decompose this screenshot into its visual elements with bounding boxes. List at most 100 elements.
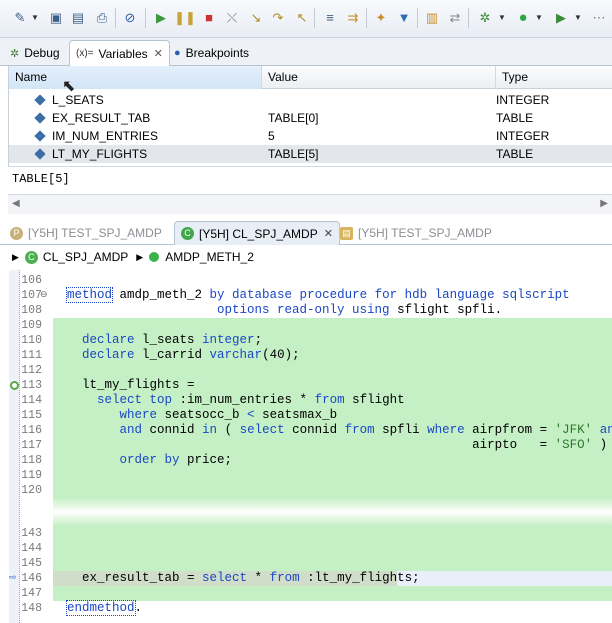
external-tools-icon[interactable]: ▶	[553, 10, 569, 26]
line-number: 116	[21, 424, 42, 437]
code-editor[interactable]: 106 107 ⊖ method amdp_meth_2 by database…	[0, 270, 612, 623]
tab-breakpoints[interactable]: ● Breakpoints	[168, 40, 255, 66]
variable-icon	[34, 130, 46, 142]
save-icon[interactable]: ▣	[48, 10, 64, 26]
variables-icon: (x)=	[76, 48, 94, 59]
views-tab-bar: ✲ Debug (x)= Variables ✕ ● Breakpoints	[0, 38, 612, 66]
column-header-type[interactable]: Type	[496, 66, 612, 89]
close-icon[interactable]: ✕	[324, 227, 333, 240]
chevron-right-icon[interactable]: ▶	[136, 252, 143, 263]
tab-debug[interactable]: ✲ Debug	[4, 40, 66, 66]
table-row[interactable]: L_SEATS INTEGER	[9, 91, 612, 109]
step-return-icon[interactable]: ↖	[294, 10, 310, 26]
open-type-icon[interactable]: ✦	[373, 10, 389, 26]
open-hierarchy-icon[interactable]: ▥	[424, 10, 440, 26]
code-line: 116 and connid in ( select connid from s…	[0, 423, 612, 438]
close-icon[interactable]: ✕	[154, 47, 163, 60]
run-last-icon[interactable]: ⋯	[591, 10, 607, 26]
toolbar-separator	[145, 8, 146, 28]
variable-type: INTEGER	[496, 129, 550, 143]
code-line: 110 declare l_seats integer;	[0, 333, 612, 348]
new-wizard-icon[interactable]: ✎	[12, 10, 28, 26]
line-number: 119	[21, 469, 42, 482]
run-icon[interactable]: ●	[515, 10, 531, 26]
variables-table: Name Value Type ⬉ L_SEATS INTEGER EX_RES…	[8, 66, 612, 166]
line-number: 114	[21, 394, 42, 407]
step-into-icon[interactable]: ↘	[248, 10, 264, 26]
chevron-down-icon[interactable]: ▼	[535, 10, 543, 26]
tab-cl-spj-amdp[interactable]: C [Y5H] CL_SPJ_AMDP ✕	[174, 221, 340, 245]
line-number: 120	[21, 484, 42, 497]
line-number: 148	[21, 602, 42, 615]
code-line: 107 ⊖ method amdp_meth_2 by database pro…	[0, 287, 612, 303]
class-icon: C	[24, 250, 38, 264]
disconnect-icon[interactable]: ⤬	[224, 10, 240, 26]
variable-value	[262, 91, 268, 109]
table-row[interactable]: LT_MY_FLIGHTS TABLE[5] TABLE	[9, 145, 612, 163]
line-number: 108	[21, 304, 42, 317]
variable-value: TABLE[0]	[268, 111, 319, 125]
line-number: 109	[21, 319, 42, 332]
line-number: 111	[21, 349, 42, 362]
variable-icon	[34, 148, 46, 160]
link-icon[interactable]: ⇄	[447, 10, 463, 26]
code-line: 119	[0, 468, 612, 483]
variable-value: TABLE[5]	[268, 147, 319, 161]
skip-breakpoints-icon[interactable]: ⊘	[122, 10, 138, 26]
code-line: 144	[0, 541, 612, 556]
line-number: 118	[21, 454, 42, 467]
line-number: 145	[21, 557, 42, 570]
column-header-name[interactable]: Name	[9, 66, 262, 89]
tab-label: [Y5H] TEST_SPJ_AMDP	[28, 226, 162, 240]
step-over-icon[interactable]: ↷	[270, 10, 286, 26]
tab-test-spj-amdp[interactable]: P [Y5H] TEST_SPJ_AMDP	[4, 221, 168, 245]
program-icon: P	[10, 226, 23, 240]
variable-type: TABLE	[496, 111, 534, 125]
breadcrumb-class[interactable]: CL_SPJ_AMDP	[43, 250, 128, 264]
terminate-icon[interactable]: ■	[201, 10, 217, 26]
breadcrumb-method[interactable]: AMDP_METH_2	[165, 250, 254, 264]
chevron-right-icon[interactable]: ▶	[12, 252, 19, 263]
code-text: declare l_seats integer;	[82, 333, 263, 347]
method-icon	[149, 252, 160, 262]
fold-icon[interactable]: ⊖	[40, 288, 48, 303]
print-icon[interactable]: ⎙	[94, 10, 110, 26]
column-header-value[interactable]: Value	[262, 66, 496, 89]
tab-test-spj-amdp-debug[interactable]: ▤ [Y5H] TEST_SPJ_AMDP	[334, 221, 498, 245]
variable-icon	[34, 112, 46, 124]
scroll-right-icon[interactable]: ▶	[600, 198, 608, 209]
debug-icon[interactable]: ✲	[477, 10, 493, 26]
toolbar-separator	[314, 8, 315, 28]
line-number: 117	[21, 439, 42, 452]
suspend-icon[interactable]: ❚❚	[174, 10, 196, 26]
chevron-down-icon[interactable]: ▼	[574, 10, 582, 26]
horizontal-scrollbar[interactable]: ◀ ▶	[8, 194, 612, 214]
chevron-down-icon[interactable]: ▼	[31, 10, 39, 26]
code-line: 143	[0, 526, 612, 541]
table-row[interactable]: EX_RESULT_TAB TABLE[0] TABLE	[9, 109, 612, 127]
drop-to-frame-icon[interactable]: ⇉	[345, 10, 361, 26]
variable-type: INTEGER	[496, 93, 550, 107]
code-text: order by price;	[119, 453, 233, 467]
resume-icon[interactable]: ▶	[153, 10, 169, 26]
main-toolbar: ✎ ▼ ▣ ▤ ⎙ ⊘ ▶ ❚❚ ■ ⤬ ↘ ↷ ↖ ≡ ⇉ ✦ ▼ ▥ ⇄ ✲…	[0, 0, 612, 38]
use-step-filters-icon[interactable]: ≡	[322, 10, 338, 26]
debug-program-icon: ▤	[340, 226, 353, 240]
breakpoint-marker-icon[interactable]	[10, 381, 19, 390]
line-number: 144	[21, 542, 42, 555]
open-object-icon[interactable]: ▼	[396, 10, 412, 26]
folded-region	[53, 498, 612, 526]
breadcrumb: ▶ C CL_SPJ_AMDP ▶ AMDP_METH_2	[0, 246, 612, 268]
code-line: 114 select top :im_num_entries * from sf…	[0, 393, 612, 408]
code-line: 115 where seatsocc_b < seatsmax_b	[0, 408, 612, 423]
chevron-down-icon[interactable]: ▼	[498, 10, 506, 26]
code-text: lt_my_flights =	[67, 378, 195, 392]
variable-name: LT_MY_FLIGHTS	[52, 147, 148, 161]
code-line: 120	[0, 483, 612, 498]
scroll-left-icon[interactable]: ◀	[12, 198, 20, 209]
bug-icon: ✲	[10, 47, 20, 60]
tab-variables[interactable]: (x)= Variables ✕	[69, 40, 170, 66]
table-row[interactable]: IM_NUM_ENTRIES 5 INTEGER	[9, 127, 612, 145]
variable-detail-pane[interactable]: TABLE[5]	[8, 166, 612, 194]
save-all-icon[interactable]: ▤	[70, 10, 86, 26]
